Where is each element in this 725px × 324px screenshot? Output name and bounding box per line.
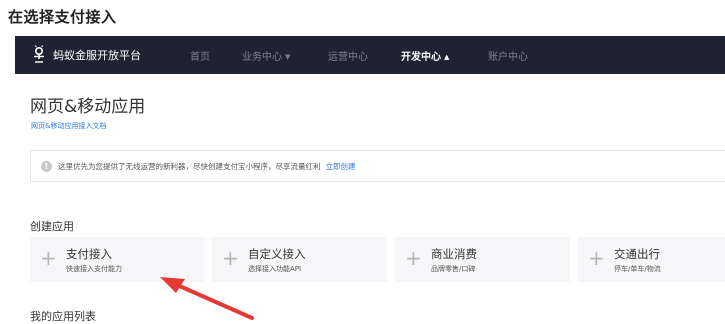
create-now-link[interactable]: 立即创建	[326, 161, 356, 172]
card-name: 自定义接入	[248, 247, 306, 261]
plus-icon: +	[222, 246, 239, 270]
nav-label: 业务中心	[242, 52, 282, 63]
card-name: 商业消费	[431, 247, 477, 261]
plus-icon: +	[405, 246, 422, 270]
brand-name: 蚂蚁金服开放平台	[53, 49, 141, 62]
chevron-down-icon: ▼	[285, 53, 291, 61]
nav-label: 运营中心	[328, 52, 368, 63]
ant-logo-icon	[34, 45, 44, 63]
card-desc: 品牌零售/口碑	[431, 265, 476, 273]
nav-item-operation-center[interactable]: 运营中心	[328, 48, 368, 63]
card-name: 交通出行	[614, 247, 660, 261]
nav-item-business-center[interactable]: 业务中心 ▼	[242, 48, 290, 63]
notice-bar: ! 这里优先为您提供了无线运营的新利器，尽快创建支付宝小程序，尽享流量红利 立即…	[30, 150, 725, 182]
my-apps-title: 我的应用列表	[30, 310, 96, 323]
top-navbar: 蚂蚁金服开放平台 首页 业务中心 ▼ 运营中心 开发中心 ▲ 账户中心	[15, 36, 725, 74]
create-app-title: 创建应用	[30, 220, 74, 233]
chevron-up-icon: ▲	[444, 53, 450, 61]
nav-item-developer-center[interactable]: 开发中心 ▲	[401, 48, 449, 63]
info-icon: !	[41, 160, 52, 172]
plus-icon: +	[588, 246, 605, 270]
card-custom-access[interactable]: + 自定义接入 选择接入功能API	[212, 237, 387, 282]
notice-text: 这里优先为您提供了无线运营的新利器，尽快创建支付宝小程序，尽享流量红利	[58, 161, 321, 171]
section-title: 网页&移动应用	[30, 97, 146, 117]
nav-item-home[interactable]: 首页	[190, 48, 210, 63]
card-desc: 停车/单车/物流	[614, 265, 661, 273]
card-transport[interactable]: + 交通出行 停车/单车/物流	[578, 237, 725, 282]
card-commerce[interactable]: + 商业消费 品牌零售/口碑	[395, 237, 570, 282]
card-payment-access[interactable]: + 支付接入 快速接入支付能力	[30, 237, 205, 282]
plus-icon: +	[40, 246, 57, 270]
card-desc: 选择接入功能API	[248, 265, 302, 273]
doc-link[interactable]: 网页&移动应用接入文档	[31, 121, 106, 131]
page-heading: 在选择支付接入	[8, 8, 117, 26]
nav-label: 开发中心	[401, 52, 441, 63]
nav-label: 首页	[190, 52, 210, 63]
nav-label: 账户中心	[488, 52, 528, 63]
card-desc: 快速接入支付能力	[66, 265, 122, 273]
card-name: 支付接入	[66, 247, 112, 261]
brand[interactable]: 蚂蚁金服开放平台	[31, 45, 141, 65]
nav-item-account-center[interactable]: 账户中心	[488, 48, 528, 63]
